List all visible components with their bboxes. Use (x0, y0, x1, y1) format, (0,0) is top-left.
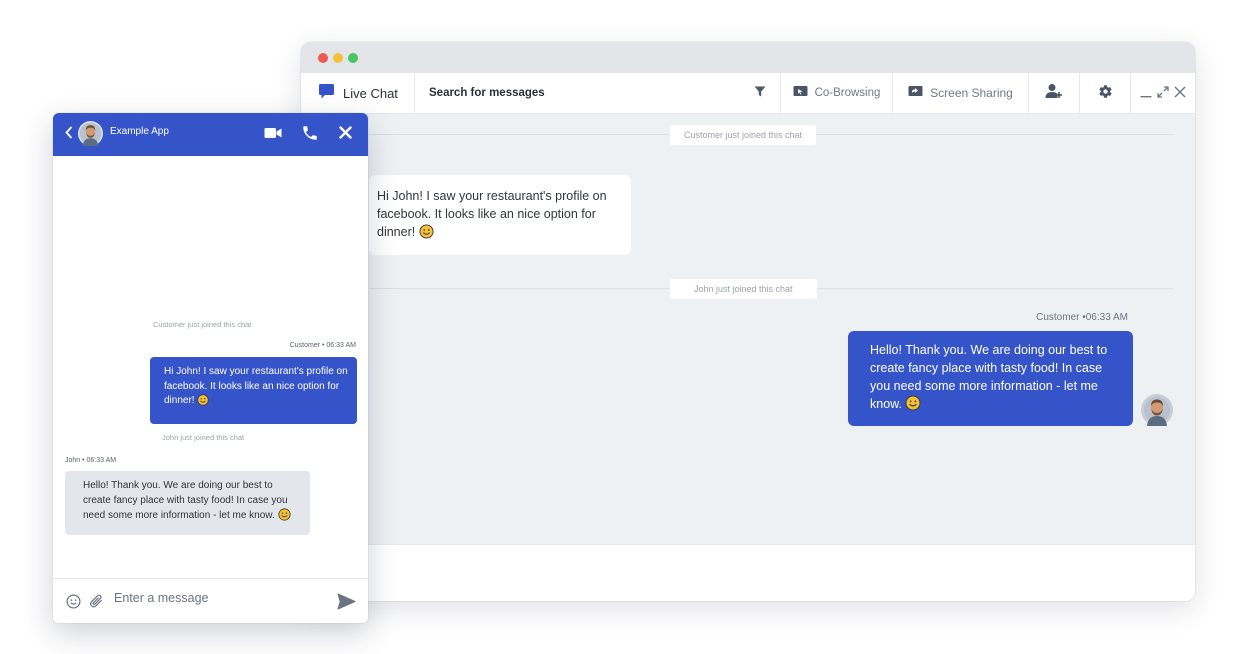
outgoing-message-bubble: Hello! Thank you. We are doing our best … (848, 331, 1133, 426)
emoji-icon[interactable] (66, 594, 81, 614)
smiley-emoji-icon (905, 395, 921, 416)
chat-toolbar: Live Chat Search for messages Co-Browsin… (301, 73, 1195, 114)
john-message-bubble: Hello! Thank you. We are doing our best … (65, 471, 310, 535)
window-controls (1131, 73, 1195, 113)
avatar (78, 121, 103, 151)
attachment-icon[interactable] (89, 593, 104, 614)
live-chat-tab[interactable]: Live Chat (301, 73, 415, 113)
avatar (1141, 394, 1173, 431)
co-browsing-button[interactable]: Co-Browsing (781, 73, 893, 113)
customer-message-text: Hi John! I saw your restaurant's profile… (164, 366, 348, 406)
gear-icon (1098, 84, 1113, 102)
close-icon[interactable] (339, 126, 352, 144)
outgoing-message-meta: Customer •06:33 AM (1036, 312, 1128, 323)
incoming-message-text: Hi John! I saw your restaurant's profile… (377, 189, 607, 239)
app-name: Example App (110, 126, 169, 137)
chat-bubble-icon (318, 83, 335, 103)
system-message: Customer just joined this chat (670, 125, 817, 145)
message-search[interactable]: Search for messages (415, 73, 781, 113)
send-icon[interactable] (337, 593, 356, 615)
settings-button[interactable] (1080, 73, 1131, 113)
back-icon[interactable] (65, 126, 73, 144)
search-label: Search for messages (429, 87, 545, 99)
close-icon[interactable] (1174, 86, 1186, 101)
window-minimize-dot[interactable] (333, 53, 343, 63)
live-chat-label: Live Chat (343, 85, 398, 101)
add-user-button[interactable] (1029, 73, 1080, 113)
smiley-emoji-icon (419, 224, 434, 244)
smiley-emoji-icon (197, 394, 209, 412)
co-browsing-label: Co-Browsing (814, 87, 881, 99)
phone-icon[interactable] (301, 124, 319, 147)
system-message: John just joined this chat (162, 433, 245, 442)
screen-sharing-label: Screen Sharing (930, 86, 1013, 100)
minimize-icon[interactable] (1140, 86, 1152, 101)
customer-message-bubble: Hi John! I saw your restaurant's profile… (150, 357, 357, 424)
co-browsing-icon (793, 85, 808, 101)
message-composer (53, 578, 368, 623)
john-message-meta: John • 06:33 AM (65, 457, 117, 464)
mobile-chat-widget: Example App Customer just joined this ch… (53, 113, 368, 623)
john-message-text: Hello! Thank you. We are doing our best … (83, 480, 288, 521)
system-message: John just joined this chat (670, 279, 817, 299)
desktop-input-bar[interactable] (301, 544, 1195, 601)
message-input[interactable] (114, 591, 314, 605)
incoming-message-bubble: Hi John! I saw your restaurant's profile… (369, 175, 631, 255)
add-user-icon (1045, 83, 1063, 103)
filter-icon[interactable] (754, 86, 766, 100)
screen-sharing-button[interactable]: Screen Sharing (893, 73, 1029, 113)
desktop-chat-window: Live Chat Search for messages Co-Browsin… (301, 42, 1195, 601)
mobile-header: Example App (53, 113, 368, 156)
video-icon[interactable] (264, 126, 282, 144)
screen-sharing-icon (908, 85, 923, 101)
customer-message-meta: Customer • 06:33 AM (289, 342, 356, 349)
system-message: Customer just joined this chat (153, 320, 252, 329)
smiley-emoji-icon (277, 508, 291, 527)
window-titlebar (301, 42, 1195, 73)
window-close-dot[interactable] (318, 53, 328, 63)
window-zoom-dot[interactable] (348, 53, 358, 63)
maximize-icon[interactable] (1157, 85, 1169, 101)
